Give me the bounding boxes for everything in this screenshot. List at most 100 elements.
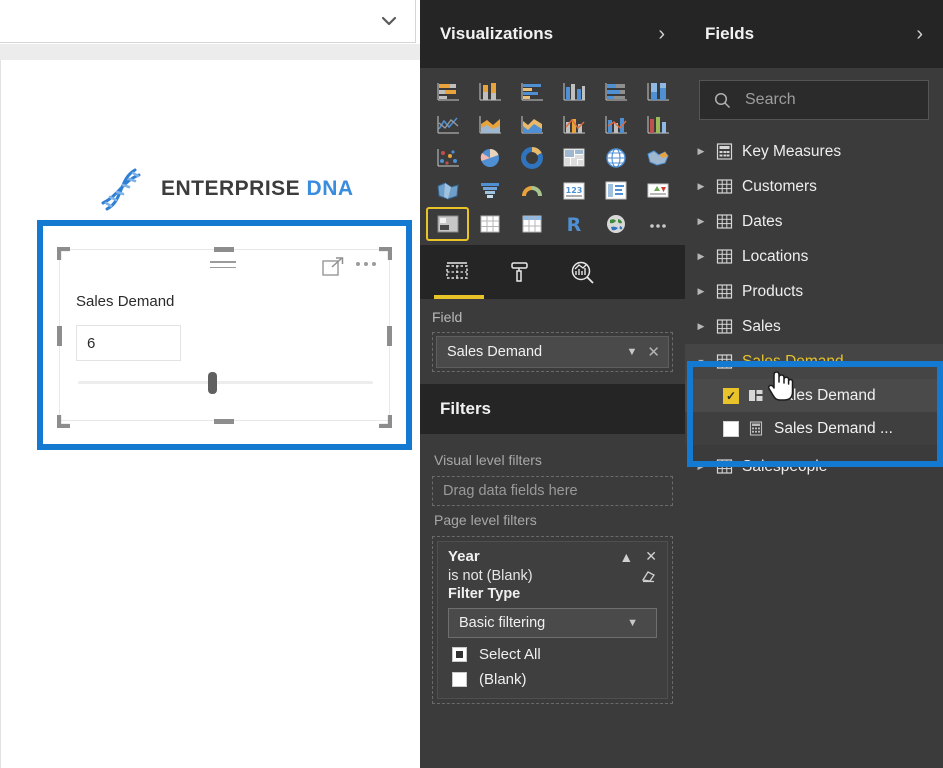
field-chip-label: Sales Demand [447,344,543,360]
hundred-percent-stacked-bar-chart-icon[interactable] [596,77,635,107]
slicer-slider-track[interactable] [78,381,373,384]
multi-row-card-icon[interactable] [596,176,635,206]
scatter-chart-icon[interactable] [428,143,467,173]
chevron-down-icon[interactable]: ▼ [695,357,707,367]
chevron-right-icon[interactable]: ▶ [695,146,707,157]
matrix-visual-icon[interactable] [512,209,551,239]
treemap-icon[interactable] [554,143,593,173]
chevron-right-icon[interactable]: ▶ [695,461,707,472]
caret-down-icon[interactable]: ▼ [627,617,638,629]
checkbox-unchecked[interactable] [452,672,467,687]
resize-handle-left[interactable] [57,326,62,346]
resize-handle-bottom[interactable] [214,419,234,424]
table-icon [716,214,733,229]
line-chart-icon[interactable] [428,110,467,140]
checkbox-unchecked[interactable] [723,420,739,437]
chevron-right-icon[interactable]: ▶ [695,251,707,262]
resize-handle-right[interactable] [387,326,392,346]
area-chart-icon[interactable] [470,110,509,140]
close-icon[interactable]: ✕ [645,548,657,565]
measure-table-icon [716,143,733,160]
close-icon[interactable]: ✕ [647,343,660,361]
filter-type-value: Basic filtering [459,615,546,631]
field-item-sales-demand-parameter[interactable]: ✓ Sales Demand [685,379,943,412]
table-icon [716,459,733,474]
field-table-customers[interactable]: ▶ Customers [685,169,943,204]
fields-panel: Fields › Search ▶ Key Measures ▶ Custome… [685,0,943,768]
stacked-column-chart-icon[interactable] [470,77,509,107]
focus-mode-icon[interactable] [322,257,344,277]
field-table-dates[interactable]: ▶ Dates [685,204,943,239]
map-icon[interactable] [596,143,635,173]
field-table-key-measures[interactable]: ▶ Key Measures [685,134,943,169]
resize-handle-top[interactable] [214,247,234,252]
shape-map-icon[interactable] [428,176,467,206]
page-filters-drop-zone[interactable]: Year ▲ ✕ is not (Blank) Filter Type Basi… [432,536,673,704]
table-visual-icon[interactable] [470,209,509,239]
visual-filters-drop-zone[interactable]: Drag data fields here [432,476,673,506]
kpi-icon[interactable] [638,176,677,206]
stacked-area-chart-icon[interactable] [512,110,551,140]
search-input[interactable]: Search [699,80,929,120]
checkbox-partial[interactable] [452,647,467,662]
clustered-bar-chart-icon[interactable] [512,77,551,107]
slicer-value-input[interactable]: 6 [76,325,181,361]
card-icon[interactable]: 123 [554,176,593,206]
chevron-right-icon[interactable]: ▶ [695,181,707,192]
field-table-sales-demand[interactable]: ▼ Sales Demand [685,344,943,379]
chevron-right-icon[interactable]: ▶ [695,321,707,332]
slicer-header-icon[interactable] [210,261,236,273]
top-dropdown-bar[interactable] [0,0,416,43]
more-visuals-icon[interactable] [638,209,677,239]
tab-fields[interactable] [442,257,472,287]
field-table-salespeople[interactable]: ▶ Salespeople [685,449,943,484]
tab-analytics[interactable] [568,257,598,287]
field-item-sales-demand-measure[interactable]: Sales Demand ... [685,412,943,445]
chevron-right-icon[interactable]: ▶ [695,216,707,227]
tab-format[interactable] [505,257,535,287]
table-icon [716,179,733,194]
chevron-up-icon[interactable]: ▲ [619,549,633,565]
more-options-icon[interactable] [356,262,376,266]
active-tab-underline [434,295,484,299]
page-filter-card-year[interactable]: Year ▲ ✕ is not (Blank) Filter Type Basi… [437,541,668,699]
page-filter-title-row: Year ▲ ✕ [448,548,657,565]
line-and-stacked-column-chart-icon[interactable] [554,110,593,140]
field-table-locations[interactable]: ▶ Locations [685,239,943,274]
drag-placeholder-text: Drag data fields here [443,483,578,499]
line-and-clustered-column-chart-icon[interactable] [596,110,635,140]
chevron-down-icon[interactable]: ▼ [627,346,638,358]
sales-demand-slicer-visual[interactable]: Sales Demand 6 [59,249,390,421]
slicer-visual-icon[interactable] [426,207,469,241]
filter-type-select[interactable]: Basic filtering ▼ [448,608,657,638]
field-table-sales[interactable]: ▶ Sales [685,309,943,344]
filled-map-icon[interactable] [638,143,677,173]
filter-option-blank[interactable]: (Blank) [448,671,657,688]
visualizations-pane-tabs [420,245,685,299]
gauge-chart-icon[interactable] [512,176,551,206]
donut-chart-icon[interactable] [512,143,551,173]
checkbox-checked[interactable]: ✓ [723,387,739,404]
field-table-products[interactable]: ▶ Products [685,274,943,309]
chevron-down-icon[interactable] [379,11,399,31]
field-item-label: Sales Demand ... [774,419,893,437]
slicer-slider-thumb[interactable] [208,372,217,394]
filter-option-select-all[interactable]: Select All [448,646,657,663]
chevron-right-icon[interactable]: › [916,24,923,44]
field-chip-sales-demand[interactable]: Sales Demand ▼ ✕ [436,336,669,368]
clustered-column-chart-icon[interactable] [554,77,593,107]
ribbon-chart-icon[interactable] [638,110,677,140]
chevron-right-icon[interactable]: ▶ [695,286,707,297]
field-drop-well[interactable]: Sales Demand ▼ ✕ [432,332,673,372]
eraser-icon[interactable] [641,569,657,583]
pie-chart-icon[interactable] [470,143,509,173]
power-bi-screenshot: ENTERPRISE DNA Sales Demand 6 Visualizat… [0,0,943,768]
r-script-visual-icon[interactable]: R [554,209,593,239]
chevron-right-icon[interactable]: › [658,24,665,44]
page-level-filters-label: Page level filters [434,512,537,528]
field-well-label: Field [432,309,463,325]
hundred-percent-stacked-column-chart-icon[interactable] [638,77,677,107]
arcgis-map-icon[interactable] [596,209,635,239]
stacked-bar-chart-icon[interactable] [428,77,467,107]
funnel-chart-icon[interactable] [470,176,509,206]
